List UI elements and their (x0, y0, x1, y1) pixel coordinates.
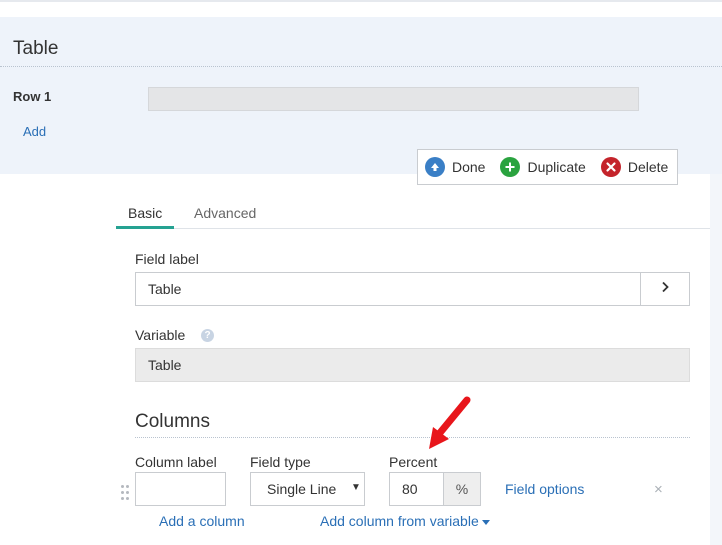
tab-advanced[interactable]: Advanced (194, 205, 256, 221)
variable-field: Table (135, 348, 690, 382)
field-type-heading: Field type (250, 454, 311, 470)
question-circle-icon[interactable]: ? (201, 329, 214, 342)
percent-addon: % (443, 472, 481, 506)
done-label: Done (452, 159, 486, 175)
column-label-heading: Column label (135, 454, 217, 470)
section-title: Table (13, 38, 59, 59)
column-label-input[interactable] (135, 472, 226, 506)
tabs-divider (116, 228, 710, 229)
side-strip (710, 174, 722, 545)
field-type-select[interactable]: Single Line (250, 472, 365, 506)
section-divider (0, 66, 722, 67)
red-arrow-annotation (429, 396, 471, 449)
add-column-from-variable-link[interactable]: Add column from variable (320, 513, 490, 529)
delete-button[interactable]: Delete (600, 157, 669, 177)
field-options-link[interactable]: Field options (505, 481, 584, 497)
active-tab-indicator (116, 226, 174, 229)
row-1-cell[interactable] (148, 87, 639, 111)
arrow-up-icon (425, 157, 445, 177)
duplicate-button[interactable]: Duplicate (500, 157, 586, 177)
percent-input[interactable]: 80 (389, 472, 444, 506)
add-column-link[interactable]: Add a column (159, 513, 245, 529)
field-toolbar: Done Duplicate Delete (417, 149, 678, 185)
duplicate-label: Duplicate (527, 159, 586, 175)
delete-label: Delete (627, 159, 669, 175)
tab-basic[interactable]: Basic (128, 205, 162, 221)
row-label: Row 1 (13, 89, 52, 104)
columns-divider (135, 437, 690, 438)
remove-column-icon[interactable]: × (654, 481, 663, 498)
field-label-heading: Field label (135, 251, 199, 267)
percent-heading: Percent (389, 454, 438, 470)
field-label-expand-button[interactable] (640, 272, 690, 306)
chevron-right-icon (660, 280, 670, 298)
add-column-from-variable-label: Add column from variable (320, 513, 479, 529)
close-icon (600, 157, 621, 177)
columns-heading: Columns (135, 411, 210, 432)
variable-heading: Variable (135, 327, 186, 343)
add-row-link[interactable]: Add (23, 124, 46, 139)
plus-icon (500, 157, 521, 177)
top-border (0, 0, 722, 2)
caret-down-icon (481, 519, 490, 525)
drag-handle-icon[interactable] (121, 485, 131, 503)
dropdown-arrow-icon: ▼ (351, 482, 361, 493)
done-button[interactable]: Done (425, 157, 485, 177)
field-label-input[interactable]: Table (135, 272, 641, 306)
